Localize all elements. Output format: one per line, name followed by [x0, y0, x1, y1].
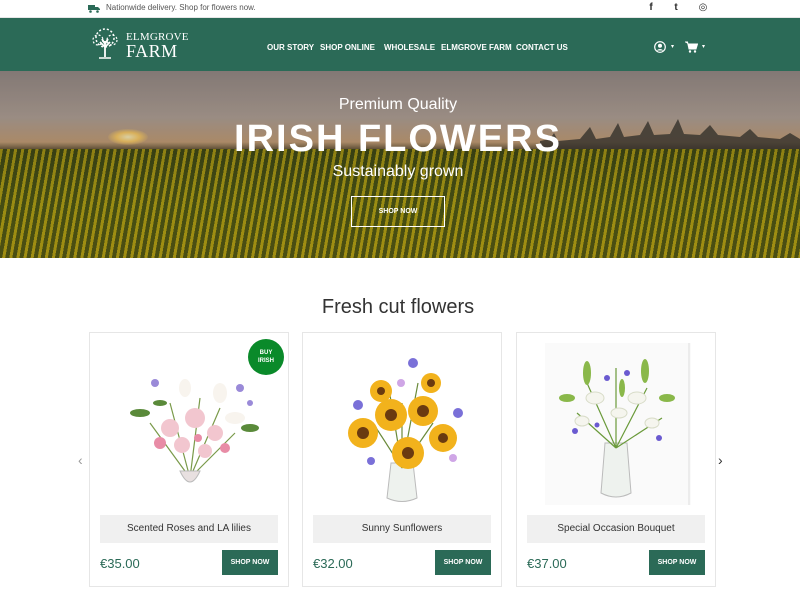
shop-now-button[interactable]: SHOP NOW [222, 550, 278, 575]
facebook-icon[interactable]: f [645, 2, 657, 14]
shop-now-button[interactable]: SHOP NOW [435, 550, 491, 575]
product-image-sunflowers[interactable] [313, 343, 491, 505]
logo-line-2: FARM [126, 41, 178, 61]
product-name[interactable]: Special Occasion Bouquet [527, 515, 705, 543]
truck-icon [88, 5, 100, 13]
hero-shop-now-button[interactable]: SHOP NOW [351, 196, 445, 227]
nav-contact-us[interactable]: CONTACT US [516, 43, 568, 52]
hero-banner: Premium Quality IRISH FLOWERS Sustainabl… [0, 71, 800, 258]
nav-wholesale[interactable]: WHOLESALE [384, 43, 435, 52]
cart-icon[interactable] [685, 41, 698, 53]
tree-icon [92, 28, 118, 59]
product-card[interactable]: Special Occasion Bouquet €37.00 SHOP NOW [516, 332, 716, 587]
product-price: €32.00 [313, 556, 353, 571]
section-title: Fresh cut flowers [321, 296, 475, 318]
product-image-bouquet[interactable] [527, 343, 705, 505]
buy-irish-badge: BUY IRISH [248, 339, 284, 375]
twitter-icon[interactable]: t [670, 2, 682, 14]
product-card[interactable]: BUY IRISH Scented Roses and LA lilies €35… [89, 332, 289, 587]
nav-our-story[interactable]: OUR STORY [267, 43, 314, 52]
badge-label: BUY IRISH [257, 350, 274, 364]
nav-elmgrove-farm[interactable]: ELMGROVE FARM [441, 43, 512, 52]
shop-now-button[interactable]: SHOP NOW [649, 550, 705, 575]
carousel-prev-arrow[interactable]: ‹ [78, 452, 83, 468]
instagram-icon[interactable]: ◎ [697, 2, 709, 14]
product-price: €37.00 [527, 556, 567, 571]
hero-subtitle: Sustainably grown [332, 163, 464, 180]
hero-kicker: Premium Quality [338, 96, 458, 113]
site-header: ELMGROVE FARM OUR STORY SHOP ONLINE WHOL… [0, 18, 800, 71]
user-circle-icon[interactable] [654, 41, 666, 53]
chevron-down-icon[interactable]: ▾ [702, 43, 705, 50]
product-price: €35.00 [100, 556, 140, 571]
logo[interactable]: ELMGROVE FARM [88, 25, 189, 65]
nav-shop-online[interactable]: SHOP ONLINE [320, 43, 375, 52]
delivery-promo-text: Nationwide delivery. Shop for flowers no… [106, 3, 256, 12]
carousel-next-arrow[interactable]: › [718, 452, 723, 468]
chevron-down-icon[interactable]: ▾ [671, 43, 674, 50]
product-card[interactable]: Sunny Sunflowers €32.00 SHOP NOW [302, 332, 502, 587]
product-name[interactable]: Sunny Sunflowers [313, 515, 491, 543]
product-name[interactable]: Scented Roses and LA lilies [100, 515, 278, 543]
top-bar: Nationwide delivery. Shop for flowers no… [0, 0, 800, 18]
hero-headline: IRISH FLOWERS [234, 118, 562, 160]
